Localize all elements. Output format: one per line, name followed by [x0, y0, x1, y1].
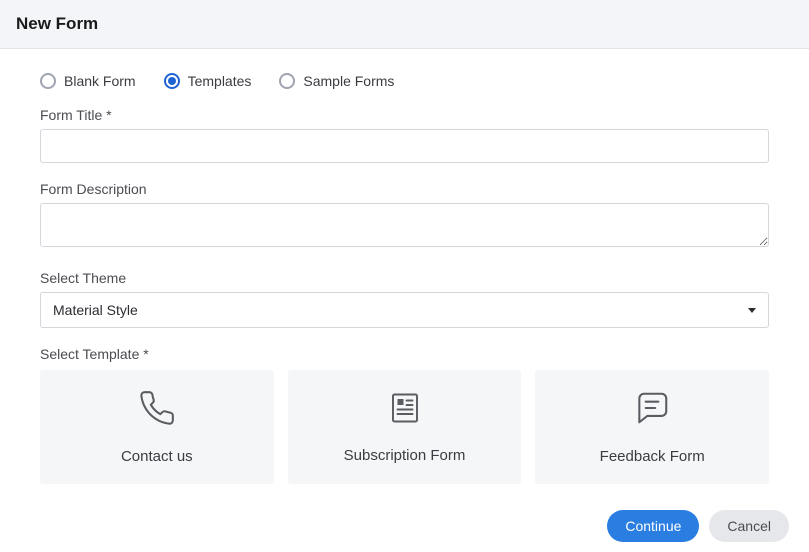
label-text: Form Title [40, 107, 102, 123]
form-description-input[interactable] [40, 203, 769, 247]
radio-icon [279, 73, 295, 89]
radio-label: Sample Forms [303, 73, 394, 89]
continue-button[interactable]: Continue [607, 510, 699, 542]
template-label: Subscription Form [344, 447, 466, 464]
required-mark: * [106, 107, 111, 123]
template-subscription-form[interactable]: Subscription Form [288, 370, 522, 484]
dialog-header: New Form [0, 0, 809, 49]
radio-icon [40, 73, 56, 89]
radio-sample-forms[interactable]: Sample Forms [279, 73, 394, 89]
radio-templates[interactable]: Templates [164, 73, 252, 89]
template-contact-us[interactable]: Contact us [40, 370, 274, 484]
form-description-label: Form Description [40, 181, 769, 197]
radio-blank-form[interactable]: Blank Form [40, 73, 136, 89]
label-text: Select Template [40, 346, 139, 362]
dialog-footer: Continue Cancel [607, 510, 789, 542]
chevron-down-icon [748, 308, 756, 313]
select-theme-group: Select Theme Material Style [40, 270, 769, 328]
phone-icon [138, 389, 176, 432]
template-label: Feedback Form [600, 448, 705, 465]
select-theme-dropdown[interactable]: Material Style [40, 292, 769, 328]
required-mark: * [143, 346, 148, 362]
cancel-button[interactable]: Cancel [709, 510, 789, 542]
select-template-label: Select Template * [40, 346, 769, 362]
templates-row: Contact us Subscription Form [40, 370, 769, 484]
form-title-group: Form Title * [40, 107, 769, 163]
radio-icon [164, 73, 180, 89]
select-theme-value: Material Style [53, 302, 138, 318]
template-label: Contact us [121, 448, 193, 465]
select-template-group: Select Template * Contact us [40, 346, 769, 484]
dialog-title: New Form [16, 14, 793, 34]
form-type-group: Blank Form Templates Sample Forms [40, 73, 769, 89]
form-description-group: Form Description [40, 181, 769, 252]
radio-label: Blank Form [64, 73, 136, 89]
template-feedback-form[interactable]: Feedback Form [535, 370, 769, 484]
radio-label: Templates [188, 73, 252, 89]
document-icon [387, 390, 423, 431]
form-title-input[interactable] [40, 129, 769, 163]
form-title-label: Form Title * [40, 107, 769, 123]
select-theme-label: Select Theme [40, 270, 769, 286]
dialog-content: Blank Form Templates Sample Forms Form T… [0, 49, 809, 508]
chat-icon [633, 389, 671, 432]
